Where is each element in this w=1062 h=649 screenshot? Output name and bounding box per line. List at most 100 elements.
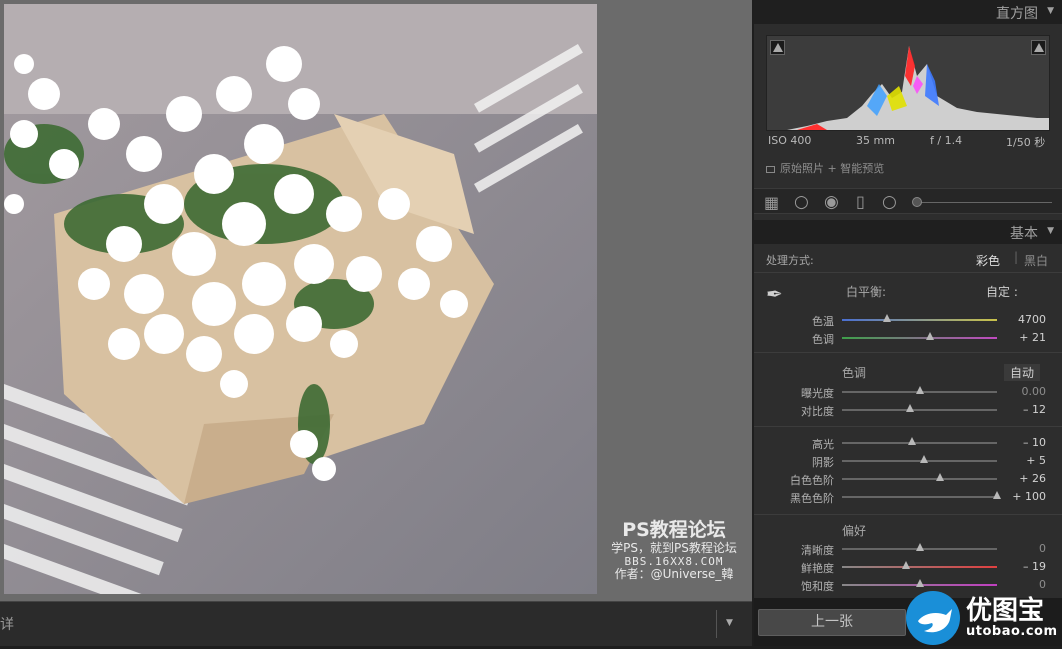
histogram-shutter: 1/50 秒: [1006, 136, 1046, 149]
slider-track[interactable]: [842, 314, 997, 322]
slider-value[interactable]: 0: [1039, 542, 1046, 555]
slider-value[interactable]: – 19: [1023, 560, 1046, 573]
brush-slider-track[interactable]: [914, 202, 1052, 203]
tone-title: 色调: [842, 366, 867, 380]
slider-knob[interactable]: [906, 404, 915, 412]
slider-knob[interactable]: [920, 455, 929, 463]
graduated-filter-icon[interactable]: ▯: [856, 192, 865, 211]
slider-value[interactable]: 0.00: [1022, 385, 1047, 398]
treatment-separator: |: [1014, 250, 1019, 264]
watermark: PS教程论坛 学PS，就到PS教程论坛 BBS.16XX8.COM 作者：@Un…: [604, 519, 744, 582]
slider-track[interactable]: [842, 561, 997, 569]
slider-value[interactable]: + 100: [1012, 490, 1046, 503]
divider: [754, 514, 1062, 515]
watermark-subtitle: 学PS，就到PS教程论坛: [611, 540, 737, 555]
treatment-color-option[interactable]: 彩色: [976, 252, 1000, 269]
highlight-clipping-icon[interactable]: [1031, 40, 1046, 55]
slider-knob[interactable]: [993, 491, 1001, 499]
histogram-graph: [766, 35, 1050, 131]
slider-track[interactable]: [842, 491, 1001, 499]
histogram-iso: ISO 400: [768, 134, 812, 147]
slider-row: 清晰度 0: [754, 540, 1062, 558]
slider-row: 对比度 – 12: [754, 401, 1062, 419]
slider-row: 色调 + 21: [754, 329, 1062, 347]
slider-label: 鲜艳度: [801, 562, 834, 575]
basic-title: 基本: [1010, 226, 1038, 242]
watermark-author: 作者：@Universe_韓: [614, 567, 734, 582]
toolbar-divider: [716, 610, 717, 638]
logo-name: 优图宝: [966, 596, 1045, 626]
slider-track[interactable]: [842, 386, 997, 394]
presence-title: 偏好: [842, 524, 867, 538]
slider-track[interactable]: [842, 455, 997, 463]
slider-label: 色调: [812, 333, 834, 346]
filmstrip-toolbar: 详 ▼: [0, 601, 752, 646]
red-eye-icon[interactable]: ◉: [824, 192, 839, 212]
slider-value[interactable]: + 21: [1019, 331, 1046, 344]
bird-logo-icon: [906, 591, 960, 645]
tone-auto-button[interactable]: 自动: [1004, 364, 1041, 381]
slider-label: 高光: [812, 438, 834, 451]
slider-knob[interactable]: [882, 314, 891, 322]
slider-row: 阴影 + 5: [754, 452, 1062, 470]
brush-slider-knob[interactable]: [912, 197, 922, 207]
slider-value[interactable]: – 10: [1023, 436, 1046, 449]
slider-value[interactable]: – 12: [1023, 403, 1046, 416]
slider-track[interactable]: [842, 473, 997, 481]
divider: [754, 426, 1062, 427]
toolbar-label: 详: [0, 617, 14, 633]
collapse-triangle-icon[interactable]: ▼: [1047, 226, 1054, 236]
photo-icon: [766, 165, 775, 173]
slider-knob[interactable]: [901, 561, 910, 569]
divider: [754, 272, 1062, 273]
slider-knob[interactable]: [915, 543, 924, 551]
slider-label: 曝光度: [801, 387, 834, 400]
slider-row: 鲜艳度 – 19: [754, 558, 1062, 576]
slider-row: 黑色色阶 + 100: [754, 488, 1062, 506]
preview-status: 原始照片 + 智能预览: [766, 160, 884, 176]
slider-label: 阴影: [812, 456, 834, 469]
slider-knob[interactable]: [907, 437, 916, 445]
eyedropper-icon[interactable]: ✒: [766, 282, 783, 306]
slider-value[interactable]: + 26: [1019, 472, 1046, 485]
slider-row: 高光 – 10: [754, 434, 1062, 452]
white-balance-select[interactable]: 自定 :: [986, 283, 1018, 300]
slider-track[interactable]: [842, 437, 997, 445]
slider-label: 对比度: [801, 405, 834, 418]
preview-status-text: 原始照片 + 智能预览: [780, 162, 885, 175]
slider-value[interactable]: + 5: [1026, 454, 1046, 467]
slider-track[interactable]: [842, 543, 997, 551]
watermark-title: PS教程论坛: [622, 519, 726, 541]
treatment-label: 处理方式:: [766, 254, 814, 267]
histogram-title: 直方图: [996, 6, 1038, 22]
slider-row: 色温 4700: [754, 311, 1062, 329]
develop-panel: 直方图 ▼ ISO 400 35 mm f / 1.4 1/50 秒 原始照片 …: [754, 0, 1062, 646]
slider-knob[interactable]: [926, 332, 935, 340]
divider: [754, 352, 1062, 353]
histogram-header[interactable]: 直方图 ▼: [754, 0, 1062, 24]
basic-header[interactable]: 基本 ▼: [754, 220, 1062, 244]
slider-value[interactable]: 4700: [1018, 313, 1046, 326]
photo-preview: [4, 4, 597, 594]
white-balance-label: 白平衡:: [846, 285, 887, 299]
radial-filter-icon[interactable]: ○: [882, 192, 897, 212]
shadow-clipping-icon[interactable]: [770, 40, 785, 55]
tool-strip: ▦ ○ ◉ ▯ ○: [754, 188, 1062, 214]
collapse-triangle-icon[interactable]: ▼: [1047, 6, 1054, 16]
slider-label: 黑色色阶: [790, 492, 834, 505]
slider-track[interactable]: [842, 404, 997, 412]
slider-row: 曝光度 0.00: [754, 383, 1062, 401]
slider-knob[interactable]: [935, 473, 944, 481]
histogram-aperture: f / 1.4: [930, 134, 963, 147]
slider-knob[interactable]: [915, 386, 924, 394]
slider-label: 饱和度: [801, 580, 834, 593]
crop-grid-icon[interactable]: ▦: [764, 193, 779, 212]
previous-button[interactable]: 上一张: [758, 609, 906, 636]
slider-track[interactable]: [842, 332, 997, 340]
spot-removal-icon[interactable]: ○: [794, 192, 809, 212]
chevron-down-icon[interactable]: ▼: [726, 618, 733, 628]
treatment-bw-option[interactable]: 黑白: [1024, 252, 1048, 269]
slider-label: 色温: [812, 315, 834, 328]
slider-row: 白色色阶 + 26: [754, 470, 1062, 488]
logo-url: utobao.com: [966, 624, 1058, 639]
